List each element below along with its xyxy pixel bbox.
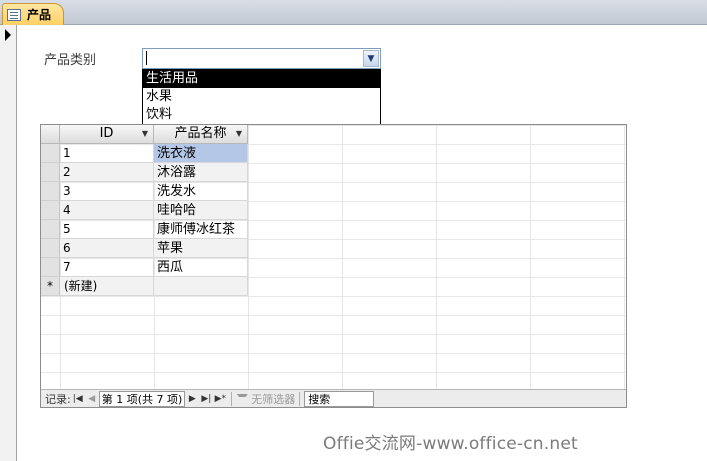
cell-product-name[interactable]: 西瓜 [154,258,248,277]
column-header-product-name[interactable]: 产品名称 ▼ [154,125,248,144]
cell-id[interactable]: 6 [60,239,154,258]
category-dropdown-list: 生活用品 水果 饮料 [142,69,381,125]
new-record-marker: * [41,277,60,296]
datasheet-rows: 1 洗衣液 2 沐浴露 3 洗发水 4 哇哈哈 5 康师傅冰红茶 6 苹果 7 … [41,144,248,296]
cell-id[interactable]: 1 [60,144,154,163]
tab-product-form[interactable]: 产品 [2,3,64,25]
divider [299,391,301,406]
column-header-label: ID [99,126,114,141]
column-header-id[interactable]: ID ▼ [60,125,154,144]
previous-record-icon[interactable]: ◀ [85,394,99,404]
funnel-icon [236,393,249,404]
dropdown-option[interactable]: 生活用品 [143,70,380,88]
table-row[interactable]: 1 洗衣液 [41,144,248,163]
category-combobox[interactable]: ▼ [142,48,381,69]
record-navigation-bar: 记录: |◀ ◀ 第 1 项(共 7 项) ▶ ▶| ▶* 无筛选器 搜索 [41,389,626,407]
cell-product-name[interactable]: 沐浴露 [154,163,248,182]
table-row[interactable]: 5 康师傅冰红茶 [41,220,248,239]
table-row[interactable]: 4 哇哈哈 [41,201,248,220]
sort-filter-dropdown-icon[interactable]: ▼ [236,125,242,143]
filter-toggle[interactable]: 无筛选器 [236,391,295,407]
current-record-box[interactable]: 第 1 项(共 7 项) [98,390,186,407]
row-selector[interactable] [41,239,60,258]
cell-product-name[interactable]: 康师傅冰红茶 [154,220,248,239]
cell-id[interactable]: 4 [60,201,154,220]
cell-id[interactable]: 3 [60,182,154,201]
text-cursor [146,51,147,65]
watermark-text: Offie交流网-www.office-cn.net [323,434,578,454]
next-record-icon[interactable]: ▶ [185,394,199,404]
cell-product-name[interactable]: 洗衣液 [154,144,248,163]
sort-filter-dropdown-icon[interactable]: ▼ [142,125,148,143]
cell-id[interactable]: 2 [60,163,154,182]
cell-id[interactable]: 7 [60,258,154,277]
table-row[interactable]: 6 苹果 [41,239,248,258]
new-record-icon[interactable]: ▶* [213,394,227,404]
row-selector[interactable] [41,201,60,220]
row-selector[interactable] [41,182,60,201]
row-selector[interactable] [41,144,60,163]
last-record-icon[interactable]: ▶| [199,394,213,404]
cell-product-name[interactable]: 哇哈哈 [154,201,248,220]
row-selector[interactable] [41,258,60,277]
new-record-label[interactable]: (新建) [60,277,154,296]
cell-product-name[interactable]: 苹果 [154,239,248,258]
table-row[interactable]: 3 洗发水 [41,182,248,201]
current-record-arrow-icon [5,29,11,41]
first-record-icon[interactable]: |◀ [71,394,85,404]
column-header-row: ID ▼ 产品名称 ▼ [41,125,626,144]
category-label: 产品类别 [44,53,97,68]
table-row[interactable]: 2 沐浴露 [41,163,248,182]
product-datasheet: ID ▼ 产品名称 ▼ 1 洗衣液 2 沐浴露 3 洗发水 4 哇哈哈 5 康师… [40,124,627,408]
search-input[interactable]: 搜索 [304,390,375,407]
cell-id[interactable]: 5 [60,220,154,239]
document-tab-strip: 产品 [0,0,707,25]
record-label: 记录: [45,392,71,406]
cell-product-name[interactable] [154,277,248,296]
record-selector-bar[interactable] [0,25,17,461]
dropdown-option[interactable]: 水果 [143,88,380,106]
tab-label: 产品 [27,8,52,22]
cell-product-name[interactable]: 洗发水 [154,182,248,201]
column-header-label: 产品名称 [174,126,227,141]
select-all-corner[interactable] [41,125,60,144]
divider [231,391,233,406]
chevron-down-icon[interactable]: ▼ [363,50,379,67]
filter-label: 无筛选器 [251,392,296,406]
form-icon [7,8,21,21]
table-row[interactable]: 7 西瓜 [41,258,248,277]
dropdown-option[interactable]: 饮料 [143,106,380,124]
row-selector[interactable] [41,220,60,239]
new-record-row[interactable]: * (新建) [41,277,248,296]
row-selector[interactable] [41,163,60,182]
